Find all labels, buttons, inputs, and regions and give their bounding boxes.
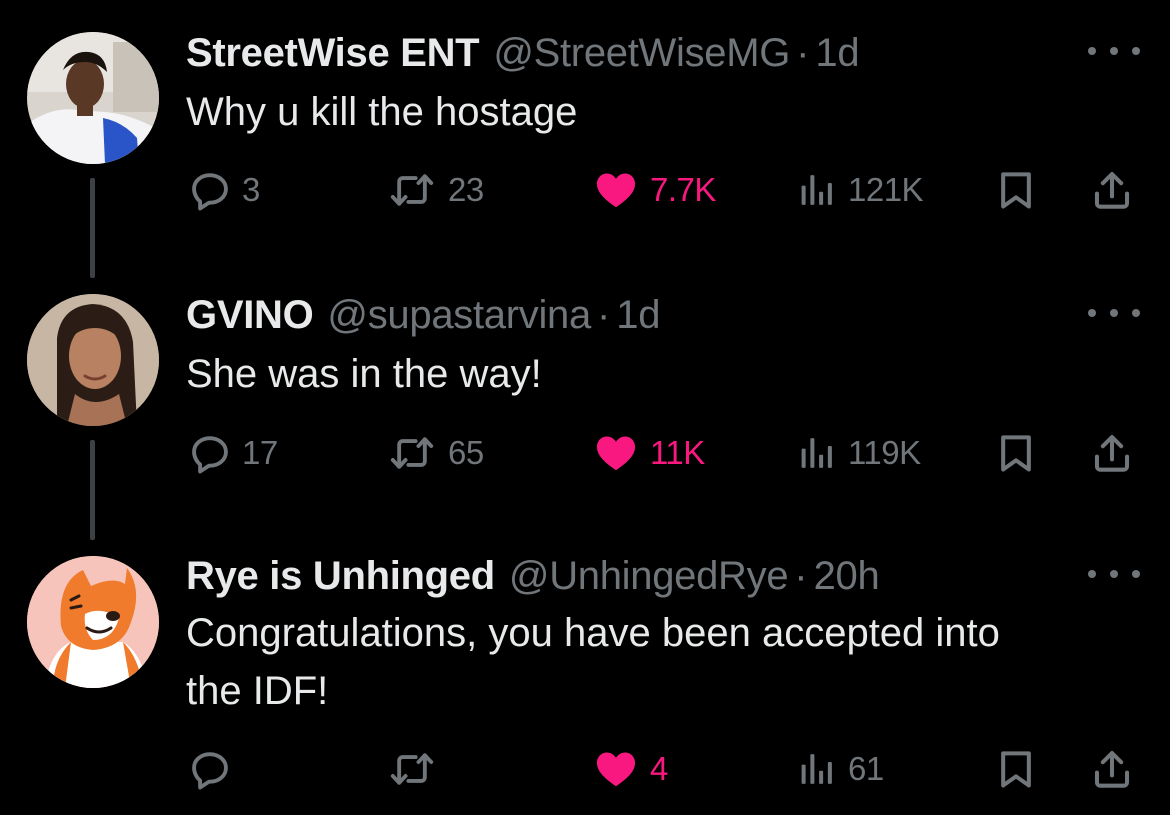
like-count: 7.7K — [650, 171, 716, 208]
reply-icon — [188, 431, 232, 475]
like-button[interactable]: 4 — [592, 746, 668, 792]
more-icon[interactable] — [1088, 564, 1140, 584]
separator-dot: · — [596, 293, 611, 337]
share-icon — [1090, 746, 1134, 792]
share-button[interactable] — [1090, 746, 1134, 792]
reply-count: 17 — [242, 434, 278, 471]
views-icon — [796, 169, 838, 211]
view-count: 61 — [848, 750, 884, 787]
reply-count: 3 — [242, 171, 260, 208]
tweet-text: Why u kill the hostage — [186, 90, 578, 134]
like-count: 11K — [650, 434, 705, 471]
display-name[interactable]: GVINO — [186, 295, 314, 335]
user-handle[interactable]: @supastarvina — [327, 295, 591, 335]
share-button[interactable] — [1090, 430, 1134, 476]
timestamp[interactable]: 1d — [616, 295, 660, 335]
timestamp[interactable]: 20h — [814, 556, 880, 596]
avatar[interactable] — [27, 294, 159, 426]
reply-icon — [188, 747, 232, 791]
avatar[interactable] — [27, 32, 159, 164]
avatar[interactable] — [27, 556, 159, 688]
bookmark-icon — [994, 430, 1038, 476]
bookmark-button[interactable] — [994, 746, 1038, 792]
retweet-icon — [386, 168, 438, 212]
tweet-header: Rye is Unhinged @UnhingedRye · 20h — [186, 548, 880, 604]
bookmark-icon — [994, 167, 1038, 213]
retweet-icon — [386, 747, 438, 791]
bookmark-button[interactable] — [994, 167, 1038, 213]
tweet-2[interactable]: GVINO @supastarvina · 1d She was in the … — [0, 287, 1170, 517]
share-icon — [1090, 167, 1134, 213]
avatar-photo — [27, 32, 159, 164]
views-button[interactable]: 121K — [796, 167, 924, 213]
retweet-button[interactable]: 23 — [386, 167, 484, 213]
retweet-button[interactable] — [386, 746, 448, 792]
display-name[interactable]: StreetWise ENT — [186, 33, 480, 73]
views-icon — [796, 432, 838, 474]
retweet-button[interactable]: 65 — [386, 430, 484, 476]
heart-icon — [592, 431, 640, 475]
share-icon — [1090, 430, 1134, 476]
retweet-icon — [386, 431, 438, 475]
retweet-count: 23 — [448, 171, 484, 208]
view-count: 121K — [848, 171, 924, 208]
bookmark-icon — [994, 746, 1038, 792]
tweet-3[interactable]: Rye is Unhinged @UnhingedRye · 20h Congr… — [0, 548, 1170, 815]
more-icon[interactable] — [1088, 303, 1140, 323]
reply-button[interactable]: 3 — [188, 167, 260, 213]
like-button[interactable]: 7.7K — [592, 167, 716, 213]
share-button[interactable] — [1090, 167, 1134, 213]
avatar-illustration — [27, 556, 159, 688]
reply-icon — [188, 168, 232, 212]
separator-dot: · — [794, 554, 808, 598]
retweet-count: 65 — [448, 434, 484, 471]
view-count: 119K — [848, 434, 921, 471]
separator-dot: · — [796, 31, 810, 75]
user-handle[interactable]: @UnhingedRye — [509, 556, 789, 596]
more-icon[interactable] — [1088, 41, 1140, 61]
heart-icon — [592, 747, 640, 791]
avatar-photo — [27, 294, 159, 426]
views-button[interactable]: 61 — [796, 746, 884, 792]
views-button[interactable]: 119K — [796, 430, 921, 476]
tweet-text: Congratulations, you have been accepted … — [186, 604, 1136, 720]
heart-icon — [592, 168, 640, 212]
tweet-text: She was in the way! — [186, 352, 542, 396]
reply-button[interactable]: 17 — [188, 430, 278, 476]
views-icon — [796, 748, 838, 790]
bookmark-button[interactable] — [994, 430, 1038, 476]
tweet-header: StreetWise ENT @StreetWiseMG · 1d — [186, 25, 860, 81]
reply-button[interactable] — [188, 746, 242, 792]
tweet-text-line: the IDF! — [186, 669, 329, 713]
tweet-text-line: Congratulations, you have been accepted … — [186, 611, 1000, 655]
like-count: 4 — [650, 750, 668, 787]
display-name[interactable]: Rye is Unhinged — [186, 556, 495, 596]
tweet-header: GVINO @supastarvina · 1d — [186, 287, 660, 343]
timestamp[interactable]: 1d — [815, 33, 859, 73]
user-handle[interactable]: @StreetWiseMG — [493, 33, 790, 73]
like-button[interactable]: 11K — [592, 430, 705, 476]
tweet-1[interactable]: StreetWise ENT @StreetWiseMG · 1d Why u … — [0, 25, 1170, 255]
